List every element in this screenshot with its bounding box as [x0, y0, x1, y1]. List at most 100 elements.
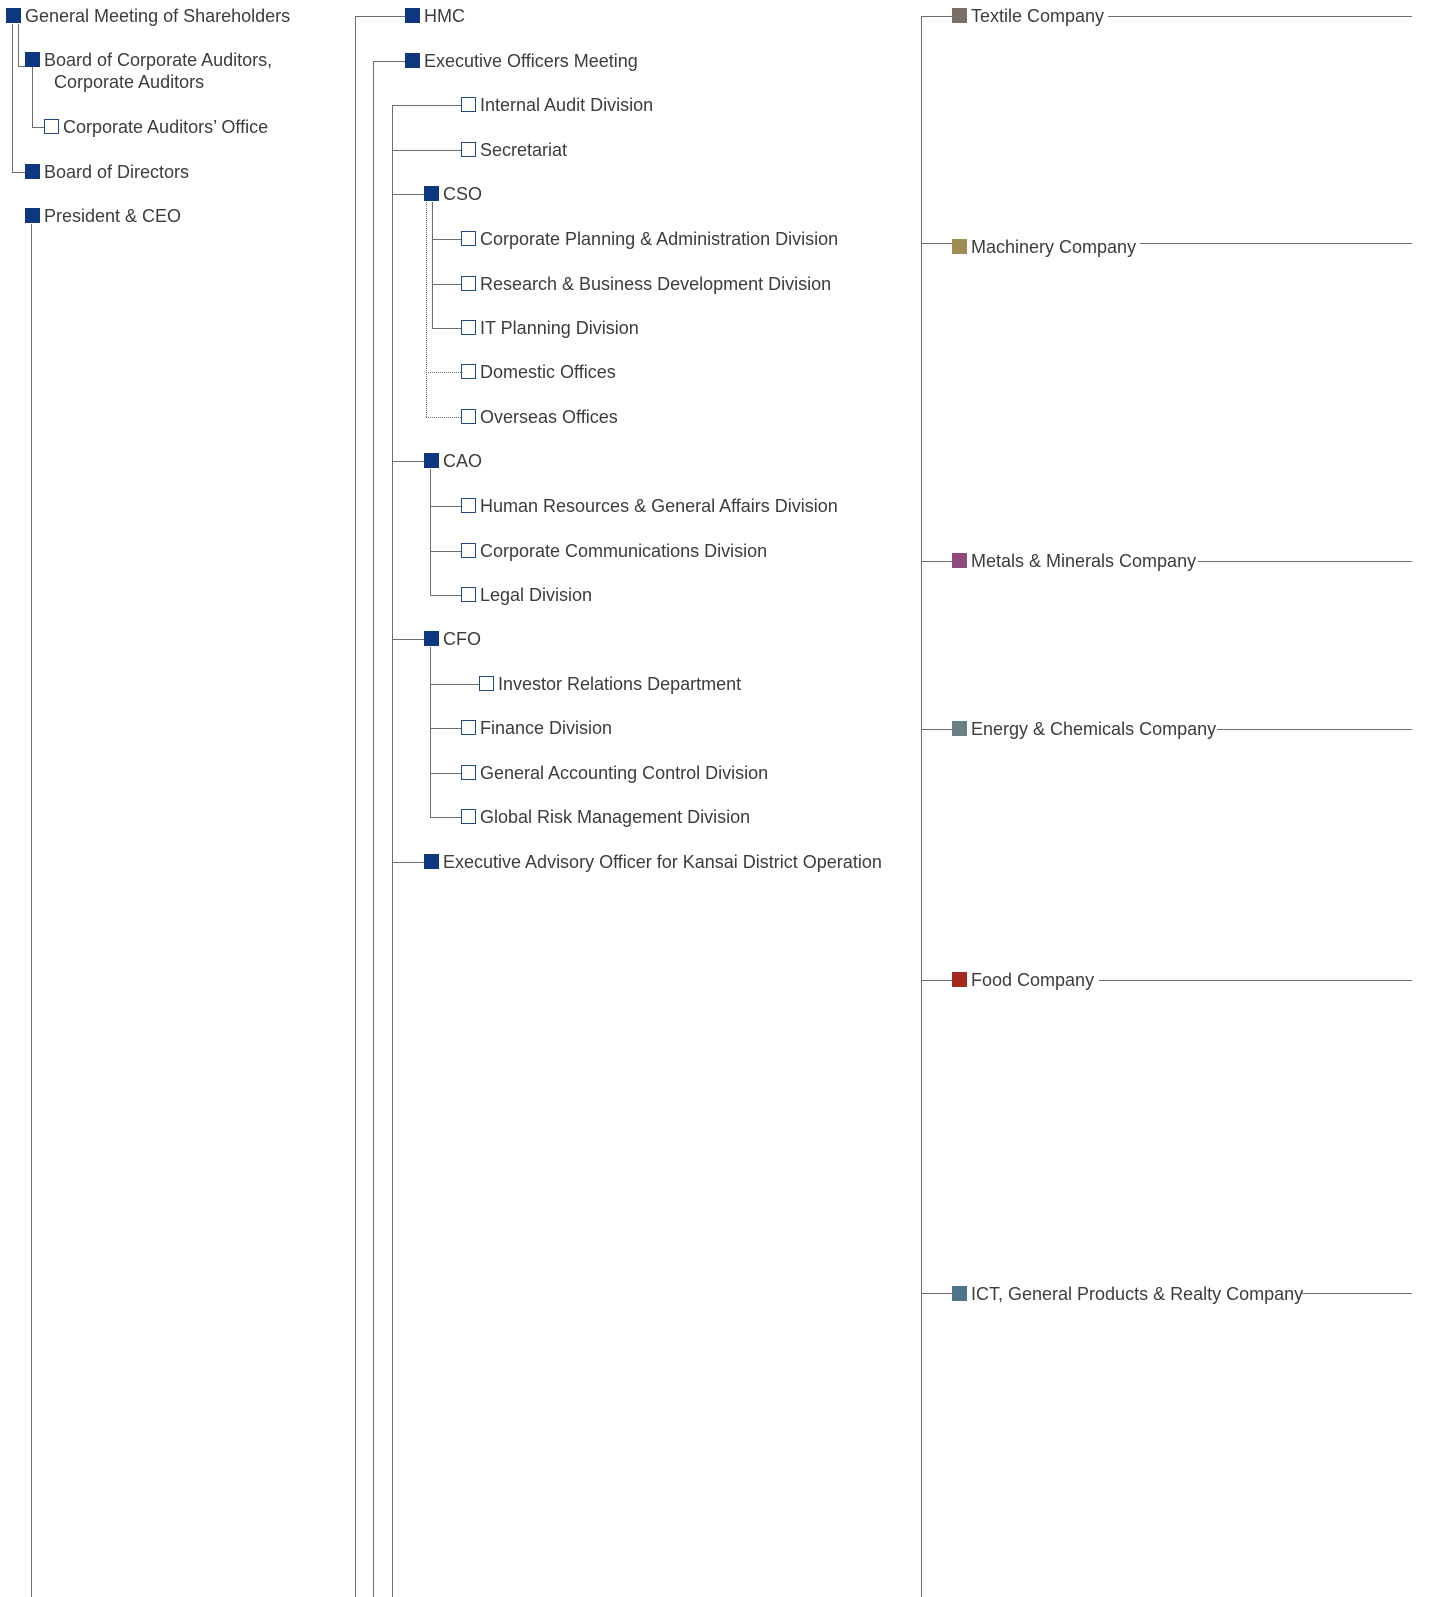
open-square-icon	[461, 409, 476, 424]
filled-square-icon	[424, 631, 439, 646]
open-square-icon	[461, 765, 476, 780]
connector-line	[430, 551, 461, 552]
node-label: Human Resources & General Affairs Divisi…	[480, 496, 838, 516]
node-label: Metals & Minerals Company	[971, 551, 1197, 571]
connector-line	[430, 469, 431, 596]
connector-line	[32, 67, 33, 128]
connector-line	[432, 328, 461, 329]
company-color-square-icon	[952, 972, 967, 987]
connector-line	[921, 561, 952, 562]
connector-line	[392, 150, 461, 151]
open-square-icon	[479, 676, 494, 691]
organization-chart: General Meeting of Shareholders Board of…	[0, 0, 1438, 1597]
connector-line	[392, 639, 424, 640]
connector-line	[32, 127, 44, 128]
node-label: Global Risk Management Division	[480, 807, 751, 827]
node-label: Investor Relations Department	[498, 674, 742, 694]
node-label: Board of Directors	[44, 162, 190, 182]
node-label: Domestic Offices	[480, 362, 616, 382]
connector-line	[430, 728, 461, 729]
connector-line	[921, 1293, 952, 1294]
connector-line	[921, 16, 922, 1597]
connector-line	[355, 16, 356, 1597]
node-label: CAO	[443, 451, 483, 471]
connector-line	[430, 647, 431, 818]
filled-square-icon	[6, 8, 21, 23]
filled-square-icon	[25, 208, 40, 223]
connector-line	[373, 61, 374, 1597]
open-square-icon	[461, 364, 476, 379]
open-square-icon	[461, 97, 476, 112]
connector-line	[430, 817, 461, 818]
open-square-icon	[461, 587, 476, 602]
company-color-square-icon	[952, 721, 967, 736]
open-square-icon	[461, 720, 476, 735]
open-square-icon	[461, 142, 476, 157]
dotted-connector-line	[426, 417, 461, 418]
node-label: Textile Company	[971, 6, 1105, 26]
connector-line	[432, 202, 433, 329]
node-label: Board of Corporate Auditors, Corporate A…	[44, 50, 273, 92]
connector-line	[432, 239, 461, 240]
filled-square-icon	[424, 453, 439, 468]
node-label: CFO	[443, 629, 481, 649]
connector-line	[1198, 561, 1412, 562]
connector-line	[1099, 980, 1412, 981]
node-label: Executive Officers Meeting	[424, 51, 638, 71]
connector-line	[392, 105, 393, 1597]
node-label: Machinery Company	[971, 237, 1137, 257]
node-label: CSO	[443, 184, 483, 204]
filled-square-icon	[25, 52, 40, 67]
connector-line	[430, 595, 461, 596]
node-label: General Accounting Control Division	[480, 763, 769, 783]
open-square-icon	[44, 119, 59, 134]
connector-line	[355, 16, 406, 17]
filled-square-icon	[405, 8, 420, 23]
connector-line	[12, 172, 26, 173]
connector-line	[1217, 729, 1412, 730]
connector-line	[392, 862, 424, 863]
connector-line	[31, 224, 32, 1597]
node-label: Corporate Auditors’ Office	[63, 117, 269, 137]
connector-line	[430, 506, 461, 507]
connector-line	[430, 773, 461, 774]
connector-line	[18, 24, 19, 67]
connector-line	[12, 24, 13, 173]
node-label: Internal Audit Division	[480, 95, 654, 115]
dotted-connector-line	[426, 372, 461, 373]
node-label: President & CEO	[44, 206, 182, 226]
open-square-icon	[461, 809, 476, 824]
filled-square-icon	[424, 186, 439, 201]
connector-line	[921, 729, 952, 730]
node-label: Corporate Planning & Administration Divi…	[480, 229, 839, 249]
node-label: Energy & Chemicals Company	[971, 719, 1217, 739]
company-color-square-icon	[952, 8, 967, 23]
company-color-square-icon	[952, 1286, 967, 1301]
filled-square-icon	[424, 854, 439, 869]
connector-line	[392, 105, 461, 106]
node-label: Executive Advisory Officer for Kansai Di…	[443, 852, 882, 872]
filled-square-icon	[25, 164, 40, 179]
connector-line	[921, 243, 952, 244]
node-label: Overseas Offices	[480, 407, 618, 427]
connector-line	[921, 980, 952, 981]
open-square-icon	[461, 498, 476, 513]
node-label: IT Planning Division	[480, 318, 639, 338]
company-color-square-icon	[952, 239, 967, 254]
filled-square-icon	[405, 53, 420, 68]
open-square-icon	[461, 276, 476, 291]
node-label: Finance Division	[480, 718, 613, 738]
node-label: ICT, General Products & Realty Company	[971, 1284, 1304, 1304]
company-color-square-icon	[952, 553, 967, 568]
connector-line	[1140, 243, 1412, 244]
node-label: Corporate Communications Division	[480, 541, 768, 561]
connector-line	[921, 16, 952, 17]
open-square-icon	[461, 320, 476, 335]
connector-line	[373, 61, 406, 62]
node-label: Legal Division	[480, 585, 593, 605]
connector-line	[392, 194, 424, 195]
node-label: Food Company	[971, 970, 1095, 990]
connector-line	[1302, 1293, 1412, 1294]
connector-line	[1108, 16, 1412, 17]
connector-line	[392, 461, 424, 462]
